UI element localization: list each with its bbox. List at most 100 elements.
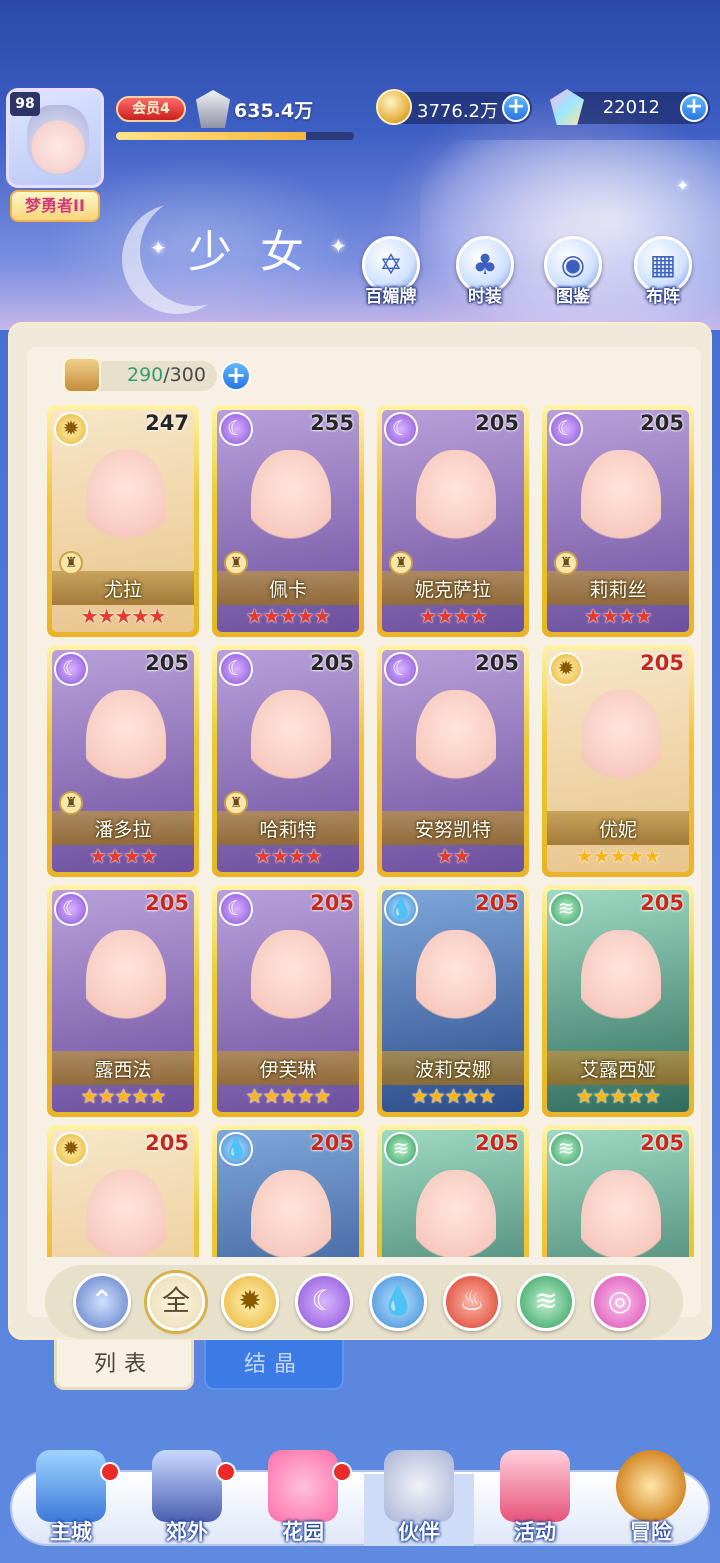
partner-level: 205 bbox=[640, 1131, 684, 1155]
gallery-label: 图鉴 bbox=[556, 287, 590, 307]
partner-card[interactable]: 伊芙琳 ★★★★★ 205 ☾ bbox=[212, 885, 364, 1117]
sparkle-icon: ✦ bbox=[676, 176, 690, 195]
partner-name: 优妮 bbox=[598, 819, 637, 841]
capacity-text: 290/300 bbox=[127, 364, 206, 386]
moon-icon: ☾ bbox=[549, 412, 583, 446]
portrait-figure bbox=[416, 690, 496, 800]
compass-icon bbox=[616, 1450, 686, 1522]
star-rating: ★★★★★ bbox=[80, 1084, 167, 1108]
add-gems-button[interactable]: + bbox=[680, 94, 708, 122]
sun-icon: ✹ bbox=[54, 1132, 88, 1166]
moon-icon: ☾ bbox=[219, 412, 253, 446]
partner-card[interactable]: 205 ✹ bbox=[47, 1125, 199, 1257]
notification-dot bbox=[216, 1462, 236, 1482]
partner-card[interactable]: 波莉安娜 ★★★★★ 205 💧 bbox=[377, 885, 529, 1117]
partner-name: 伊芙琳 bbox=[259, 1059, 317, 1081]
gem-amount: 22012 bbox=[602, 97, 660, 118]
moon-icon: ☾ bbox=[219, 652, 253, 686]
filter-moon-button[interactable]: ☾ bbox=[295, 1273, 353, 1331]
partner-level: 205 bbox=[475, 411, 519, 435]
partner-level: 205 bbox=[310, 891, 354, 915]
tab-crystal[interactable]: 结晶 bbox=[204, 1340, 344, 1390]
wind-icon: ≋ bbox=[549, 1132, 583, 1166]
partner-card[interactable]: 205 ≋ bbox=[542, 1125, 694, 1257]
partner-card[interactable]: 205 💧 bbox=[212, 1125, 364, 1257]
portrait-figure bbox=[251, 930, 331, 1040]
page-title: 少女 bbox=[188, 227, 332, 278]
portrait-figure bbox=[581, 930, 661, 1040]
partner-card[interactable]: 哈莉特 ★★★★ 205 ☾ ♜ bbox=[212, 645, 364, 877]
element-filter-bar: ⌃ 全 ✹ ☾ 💧 ♨ ≋ ◎ bbox=[45, 1265, 683, 1339]
combat-power-value: 635.4万 bbox=[234, 100, 314, 122]
filter-fire-button[interactable]: ♨ bbox=[443, 1273, 501, 1331]
filter-pink-button[interactable]: ◎ bbox=[591, 1273, 649, 1331]
partner-card[interactable]: 尤拉 ★★★★★ 247 ✹ ♜ bbox=[47, 405, 199, 637]
card-deck-label: 百媚牌 bbox=[365, 287, 417, 307]
moon-icon: ☾ bbox=[219, 892, 253, 926]
nav-label: 冒险 bbox=[630, 1520, 672, 1544]
portrait-figure bbox=[251, 1170, 331, 1257]
card-deck-button[interactable]: ✡ 百媚牌 bbox=[356, 236, 426, 312]
gold-currency: 3776.2万 + bbox=[376, 89, 532, 125]
sun-icon: ✹ bbox=[549, 652, 583, 686]
portrait-figure bbox=[416, 930, 496, 1040]
vip-badge[interactable]: 会员4 bbox=[116, 96, 186, 122]
partner-card[interactable]: 优妮 ★★★★★ 205 ✹ bbox=[542, 645, 694, 877]
nav-castle[interactable]: 主城 bbox=[16, 1450, 126, 1550]
partner-level: 247 bbox=[145, 411, 189, 435]
portrait-figure bbox=[251, 690, 331, 800]
sparkle-icon: ✦ bbox=[330, 234, 347, 258]
formation-button[interactable]: ▦ 布阵 bbox=[628, 236, 698, 312]
partner-level: 205 bbox=[640, 891, 684, 915]
partner-level: 205 bbox=[310, 651, 354, 675]
player-title-badge[interactable]: 梦勇者II bbox=[10, 190, 100, 222]
nav-partner-portrait[interactable]: 伙伴 bbox=[364, 1450, 474, 1550]
add-gold-button[interactable]: + bbox=[502, 94, 530, 122]
partner-card-grid: 尤拉 ★★★★★ 247 ✹ ♜ 佩卡 ★★★★★ 255 ☾ ♜ 妮克萨拉 ★… bbox=[47, 405, 697, 1257]
filter-star-button[interactable]: ⌃ bbox=[73, 1273, 131, 1331]
partner-card[interactable]: 佩卡 ★★★★★ 255 ☾ ♜ bbox=[212, 405, 364, 637]
partner-level: 205 bbox=[145, 651, 189, 675]
nav-heart[interactable]: 花园 bbox=[248, 1450, 358, 1550]
partner-card[interactable]: 潘多拉 ★★★★ 205 ☾ ♜ bbox=[47, 645, 199, 877]
partner-panel: 290/300 + 尤拉 ★★★★★ 247 ✹ ♜ 佩卡 ★★★★★ 255 … bbox=[8, 322, 712, 1340]
star-rating: ★★★★★ bbox=[245, 1084, 332, 1108]
tab-list[interactable]: 列表 bbox=[54, 1340, 194, 1390]
filter-all-button[interactable]: 全 bbox=[147, 1273, 205, 1331]
partner-name: 佩卡 bbox=[268, 579, 307, 601]
partner-portrait-icon bbox=[384, 1450, 454, 1522]
partner-card[interactable]: 安努凯特 ★★ 205 ☾ bbox=[377, 645, 529, 877]
star-rating: ★★★★ bbox=[254, 844, 323, 868]
add-capacity-button[interactable]: + bbox=[221, 361, 251, 391]
star-rating: ★★★★★ bbox=[80, 604, 167, 628]
sun-icon: ✹ bbox=[54, 412, 88, 446]
nav-magic-circle[interactable]: 郊外 bbox=[132, 1450, 242, 1550]
outfit-button[interactable]: ♣ 时装 bbox=[450, 236, 520, 312]
star-rating: ★★ bbox=[436, 844, 471, 868]
partner-name: 艾露西娅 bbox=[579, 1059, 656, 1081]
nav-gift-box[interactable]: 活动 bbox=[480, 1450, 590, 1550]
partner-card[interactable]: 205 ≋ bbox=[377, 1125, 529, 1257]
star-rating: ★★★★ bbox=[419, 604, 488, 628]
star-rating: ★★★★ bbox=[584, 604, 653, 628]
gold-coin-icon bbox=[376, 89, 412, 125]
star-rating: ★★★★★ bbox=[575, 1084, 662, 1108]
filter-light-button[interactable]: ✹ bbox=[221, 1273, 279, 1331]
partner-card[interactable]: 妮克萨拉 ★★★★ 205 ☾ ♜ bbox=[377, 405, 529, 637]
gallery-button[interactable]: ◉ 图鉴 bbox=[538, 236, 608, 312]
notification-dot bbox=[332, 1462, 352, 1482]
filter-water-button[interactable]: 💧 bbox=[369, 1273, 427, 1331]
partner-card[interactable]: 露西法 ★★★★★ 205 ☾ bbox=[47, 885, 199, 1117]
partner-card[interactable]: 莉莉丝 ★★★★ 205 ☾ ♜ bbox=[542, 405, 694, 637]
portrait-figure bbox=[416, 450, 496, 560]
partner-level: 205 bbox=[640, 651, 684, 675]
moon-icon: ☾ bbox=[384, 652, 418, 686]
gem-currency: 22012 + bbox=[550, 89, 710, 125]
filter-wind-button[interactable]: ≋ bbox=[517, 1273, 575, 1331]
partner-card[interactable]: 艾露西娅 ★★★★★ 205 ≋ bbox=[542, 885, 694, 1117]
partner-name: 露西法 bbox=[94, 1059, 152, 1081]
nav-compass[interactable]: 冒险 bbox=[596, 1450, 706, 1550]
chess-piece-icon: ♜ bbox=[389, 551, 413, 575]
portrait-figure bbox=[86, 690, 166, 800]
nav-label: 活动 bbox=[514, 1520, 556, 1544]
